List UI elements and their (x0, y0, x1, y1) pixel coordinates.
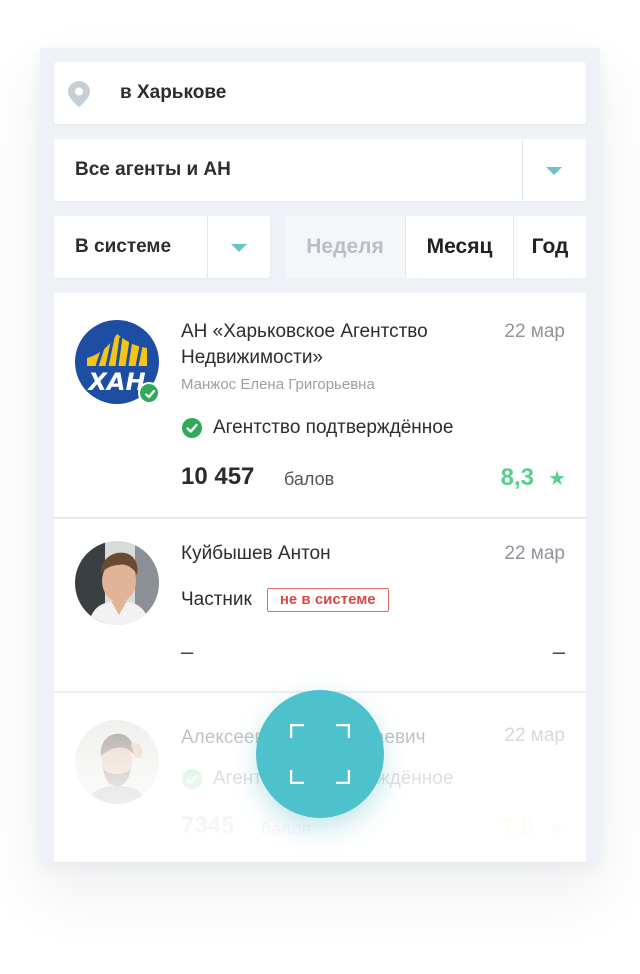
score-value: – (181, 639, 194, 664)
period-tabs: Неделя Месяц Год (285, 216, 586, 278)
status-filter-dropdown[interactable]: В системе (54, 216, 270, 278)
city-selector[interactable]: в Харькове (54, 62, 586, 124)
scan-button[interactable] (256, 690, 384, 818)
verification-label: Агентство подтверждённое (213, 417, 454, 438)
star-icon: ★ (548, 818, 566, 840)
divider (522, 139, 523, 201)
rating-value: 7,8 (500, 814, 534, 841)
rating-value: 8,3 (500, 464, 534, 491)
star-icon: ★ (548, 468, 566, 490)
verification-status: Агентство подтверждённое (181, 417, 453, 439)
scan-frame-icon (290, 724, 350, 784)
chevron-down-icon[interactable] (231, 244, 247, 252)
tab-year[interactable]: Год (514, 216, 586, 278)
location-pin-icon (68, 81, 90, 107)
date: 22 мар (504, 543, 565, 564)
agent-type-label: Частник (181, 589, 252, 610)
status-badge: не в системе (266, 588, 389, 612)
avatar (75, 720, 159, 804)
tab-month[interactable]: Месяц (405, 216, 514, 278)
list-item[interactable]: ХАН АН «Харьковское Агентство Недвижимос… (54, 293, 586, 519)
list-item[interactable]: Куйбышев Антон 22 мар Частник не в систе… (54, 521, 586, 693)
agent-name[interactable]: Куйбышев Антон (181, 541, 481, 567)
agents-filter-dropdown[interactable]: Все агенты и АН (54, 139, 586, 201)
status-filter-value: В системе (75, 236, 172, 257)
city-label: в Харькове (120, 82, 227, 103)
agent-name[interactable]: АН «Харьковское Агентство Недвижимости» (181, 319, 481, 371)
score-value: 10 457 (181, 463, 255, 490)
agency-owner: Манжос Елена Григорьевна (181, 376, 375, 393)
agent-type: Частник не в системе (181, 588, 389, 612)
date: 22 мар (504, 725, 565, 746)
divider (207, 216, 208, 278)
verified-badge-icon (182, 418, 202, 438)
verified-badge-icon (182, 769, 202, 789)
tab-week[interactable]: Неделя (285, 216, 405, 278)
verified-icon (138, 382, 160, 404)
rating-value: – (552, 639, 565, 664)
date: 22 мар (504, 321, 565, 342)
score-unit: балов (284, 469, 335, 489)
chevron-down-icon[interactable] (546, 167, 562, 175)
score-value: 7345 (181, 812, 235, 839)
score-unit: балов (261, 819, 312, 839)
avatar (75, 541, 159, 625)
agents-filter-value: Все агенты и АН (75, 159, 231, 180)
